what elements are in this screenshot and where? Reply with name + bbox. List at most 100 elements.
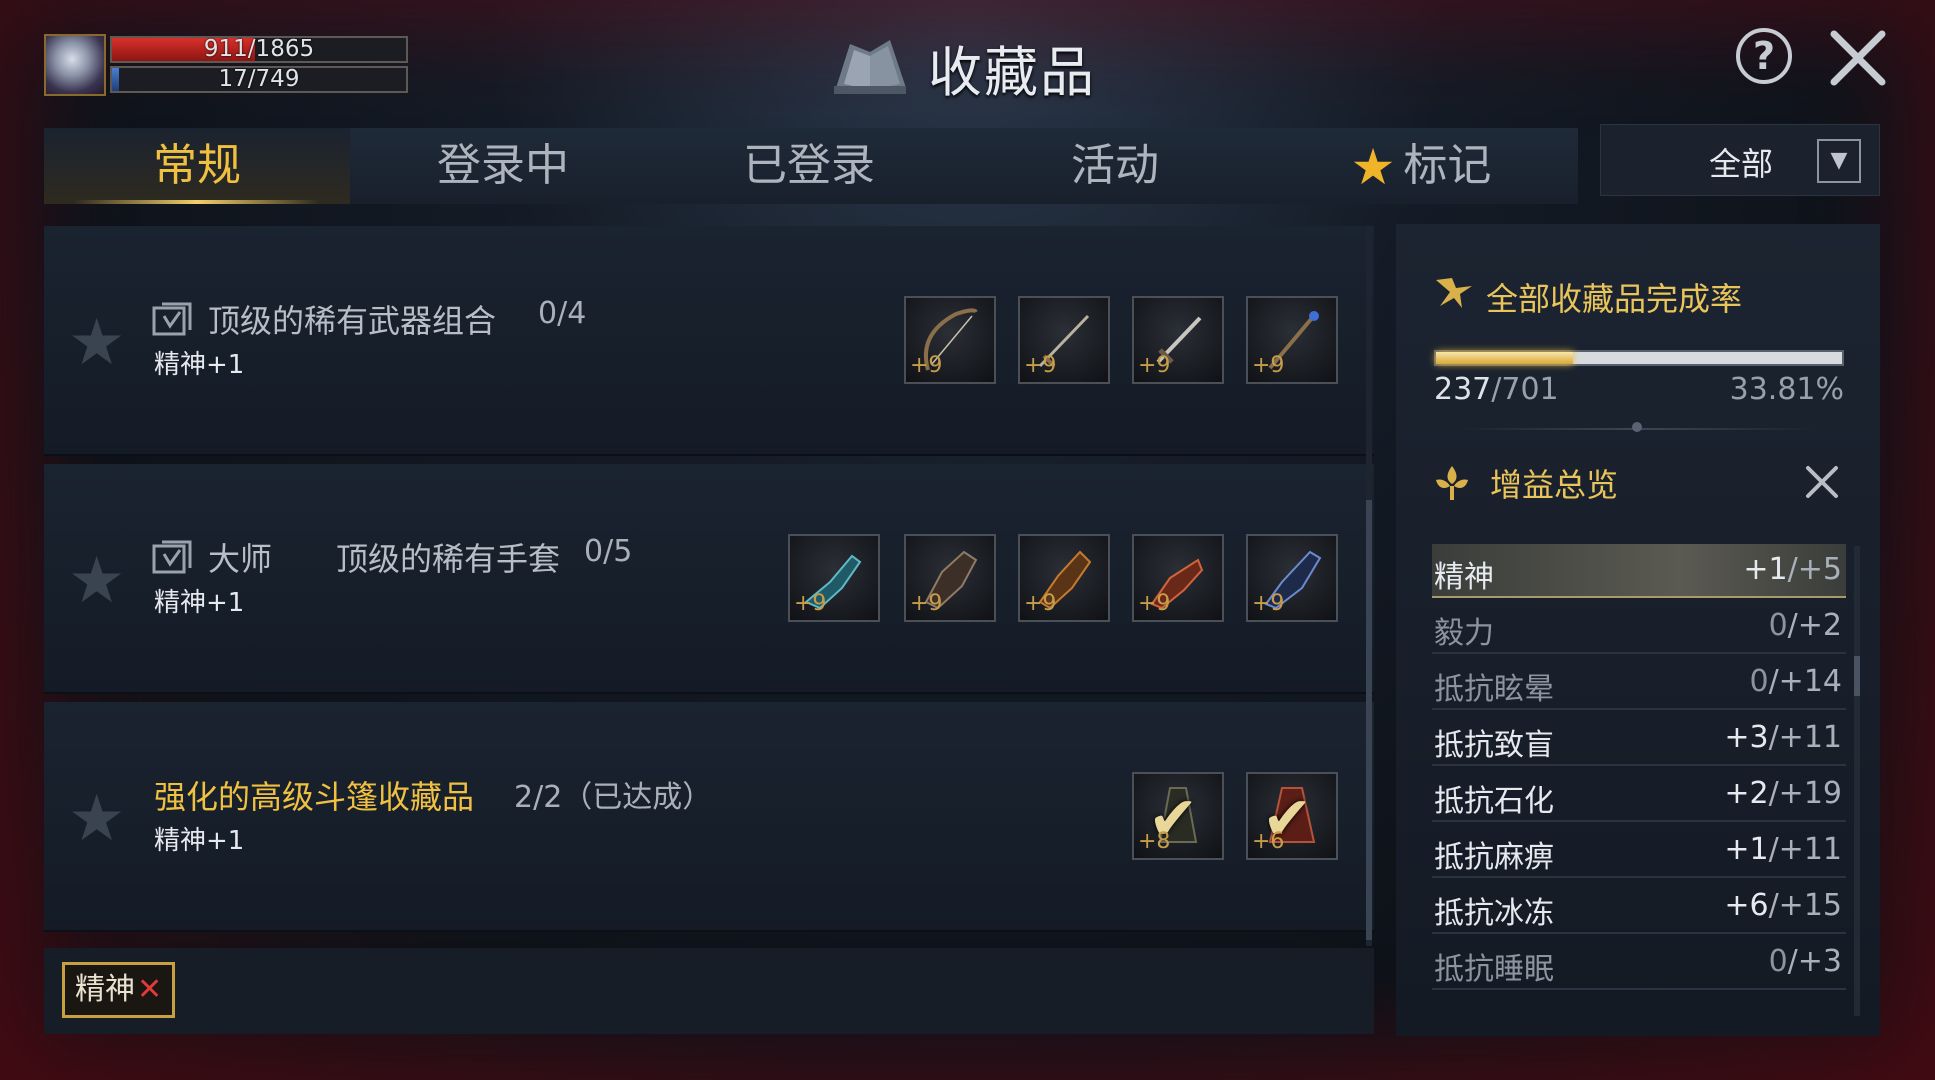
item-enhance-level: +9 xyxy=(1138,353,1171,378)
buff-stat-row[interactable]: 抵抗睡眠 0/+3 xyxy=(1432,936,1846,990)
buff-stat-name: 抵抗睡眠 xyxy=(1434,952,1554,987)
item-slot[interactable]: +9 xyxy=(1018,534,1110,622)
list-scrollbar-thumb[interactable] xyxy=(1366,500,1372,940)
collection-row[interactable]: ★ 顶级的稀有武器组合 0/4 精神+1 +9 +9 +9 +9 xyxy=(44,226,1374,456)
summary-panel: 全部收藏品完成率 237/701 33.81% 增益总览 精神 +1/+5 毅力 0/… xyxy=(1396,224,1880,1036)
collection-row[interactable]: ★ 强化的高级斗篷收藏品 2/2（已达成） 精神+1 ✔ +8 ✔ +6 xyxy=(44,702,1374,932)
stat-list-scrollbar-thumb[interactable] xyxy=(1854,656,1860,696)
buff-stat-value: +2/+19 xyxy=(1724,776,1842,811)
item-enhance-level: +6 xyxy=(1252,829,1285,854)
completion-progress-fill xyxy=(1436,352,1574,364)
buff-stat-max: /+14 xyxy=(1768,664,1842,699)
buff-stat-value: +1/+11 xyxy=(1724,832,1842,867)
mp-text: 17/749 xyxy=(218,66,300,92)
item-slot[interactable]: +9 xyxy=(788,534,880,622)
buff-stat-max: /+2 xyxy=(1787,608,1842,643)
buff-stat-current: +2 xyxy=(1724,776,1769,811)
completion-percent: 33.81% xyxy=(1729,372,1844,407)
item-enhance-level: +9 xyxy=(910,353,943,378)
player-status: 911/1865 17/749 xyxy=(44,34,408,96)
buff-stat-row[interactable]: 毅力 0/+2 xyxy=(1432,600,1846,654)
tab-registering[interactable]: 登录中 xyxy=(350,128,656,204)
filter-label: 全部 xyxy=(1709,145,1774,183)
collection-bonus: 精神+1 xyxy=(154,826,245,856)
mp-bar: 17/749 xyxy=(110,66,408,93)
item-slot[interactable]: +9 xyxy=(1246,296,1338,384)
buff-overview-heading: 增益总览 xyxy=(1490,466,1619,504)
favorite-star-icon[interactable]: ★ xyxy=(68,306,125,380)
item-slot[interactable]: +9 xyxy=(1246,534,1338,622)
buff-stat-max: /+11 xyxy=(1768,720,1842,755)
buff-stat-value: 0/+3 xyxy=(1769,944,1842,979)
buff-stat-current: 0 xyxy=(1768,608,1788,643)
buff-stat-row[interactable]: 抵抗石化 +2/+19 xyxy=(1432,768,1846,822)
buff-stat-current: 0 xyxy=(1749,664,1769,699)
filter-tag-label: 精神 xyxy=(75,972,135,1007)
collection-count: 0/5 xyxy=(584,534,633,569)
buff-stat-row[interactable]: 抵抗麻痹 +1/+11 xyxy=(1432,824,1846,878)
close-icon[interactable] xyxy=(1800,460,1844,504)
completion-owned: 237 xyxy=(1434,372,1492,407)
completion-count: 237/701 xyxy=(1434,372,1559,407)
stat-list-scrollbar[interactable] xyxy=(1854,546,1860,1016)
item-slot[interactable]: +9 xyxy=(904,296,996,384)
buff-stat-row[interactable]: 精神 +1/+5 xyxy=(1432,544,1846,598)
item-enhance-level: +9 xyxy=(910,591,943,616)
buff-stat-row[interactable]: 抵抗眩晕 0/+14 xyxy=(1432,656,1846,710)
buff-stat-list: 精神 +1/+5 毅力 0/+2 抵抗眩晕 0/+14 抵抗致盲 +3/+11 抵抗石化 +2/+… xyxy=(1432,544,1846,1016)
tab-registered[interactable]: 已登录 xyxy=(656,128,962,204)
item-slot[interactable]: +9 xyxy=(1018,296,1110,384)
item-enhance-level: +9 xyxy=(794,591,827,616)
player-avatar[interactable] xyxy=(44,34,106,96)
item-slot[interactable]: +9 xyxy=(1132,296,1224,384)
buff-stat-current: +3 xyxy=(1724,720,1769,755)
set-icon xyxy=(152,302,192,336)
filter-tag[interactable]: 精神✕ xyxy=(62,962,176,1018)
item-slot[interactable]: ✔ +8 xyxy=(1132,772,1224,860)
buff-stat-value: +1/+5 xyxy=(1743,552,1842,587)
collection-bonus: 精神+1 xyxy=(154,588,245,618)
item-slot[interactable]: +9 xyxy=(1132,534,1224,622)
remove-icon[interactable]: ✕ xyxy=(137,972,162,1007)
star-icon: ★ xyxy=(1350,138,1396,196)
collection-count: 0/4 xyxy=(538,296,587,331)
help-button[interactable]: ? xyxy=(1736,28,1792,84)
buff-stat-row[interactable]: 抵抗致盲 +3/+11 xyxy=(1432,712,1846,766)
tab-general[interactable]: 常规 xyxy=(44,128,350,204)
favorite-star-icon[interactable]: ★ xyxy=(68,544,125,618)
item-slot[interactable]: ✔ +6 xyxy=(1246,772,1338,860)
collection-name: 顶级的稀有武器组合 xyxy=(208,302,497,340)
buff-stat-current: 0 xyxy=(1768,944,1788,979)
favorite-star-icon[interactable]: ★ xyxy=(68,782,125,856)
buff-stat-max: /+15 xyxy=(1768,888,1842,923)
page-title: 收藏品 xyxy=(928,40,1096,104)
collection-book-icon xyxy=(834,40,906,94)
buff-stat-name: 抵抗眩晕 xyxy=(1434,672,1554,707)
title-bar: 收藏品 xyxy=(830,32,1096,104)
chevron-down-icon[interactable]: ▼ xyxy=(1817,139,1861,183)
buff-stat-max: /+19 xyxy=(1768,776,1842,811)
item-slot[interactable]: +9 xyxy=(904,534,996,622)
collection-count: 2/2（已达成） xyxy=(514,780,713,815)
close-icon[interactable] xyxy=(1826,26,1890,90)
buff-stat-name: 抵抗致盲 xyxy=(1434,728,1554,763)
tab-event[interactable]: 活动 xyxy=(962,128,1268,204)
collection-row[interactable]: ★ 大师 顶级的稀有手套 0/5 精神+1 +9 +9 +9 +9 +9 xyxy=(44,464,1374,694)
buff-stat-row[interactable]: 抵抗冰冻 +6/+15 xyxy=(1432,880,1846,934)
item-enhance-level: +9 xyxy=(1138,591,1171,616)
item-enhance-level: +9 xyxy=(1252,591,1285,616)
completion-total: /701 xyxy=(1491,372,1559,407)
tab-marked[interactable]: ★ 标记 xyxy=(1268,128,1574,204)
filter-dropdown[interactable]: 全部 ▼ xyxy=(1600,124,1880,196)
buff-stat-max: /+3 xyxy=(1787,944,1842,979)
buff-stat-current: +1 xyxy=(1743,552,1788,587)
buff-stat-max: /+11 xyxy=(1768,832,1842,867)
buff-stat-value: 0/+14 xyxy=(1749,664,1842,699)
buff-stat-max: /+5 xyxy=(1787,552,1842,587)
buff-stat-name: 抵抗石化 xyxy=(1434,784,1554,819)
buff-stat-current: +1 xyxy=(1724,832,1769,867)
item-enhance-level: +9 xyxy=(1024,353,1057,378)
buff-stat-value: +6/+15 xyxy=(1724,888,1842,923)
fleur-icon xyxy=(1436,466,1468,500)
item-enhance-level: +9 xyxy=(1252,353,1285,378)
